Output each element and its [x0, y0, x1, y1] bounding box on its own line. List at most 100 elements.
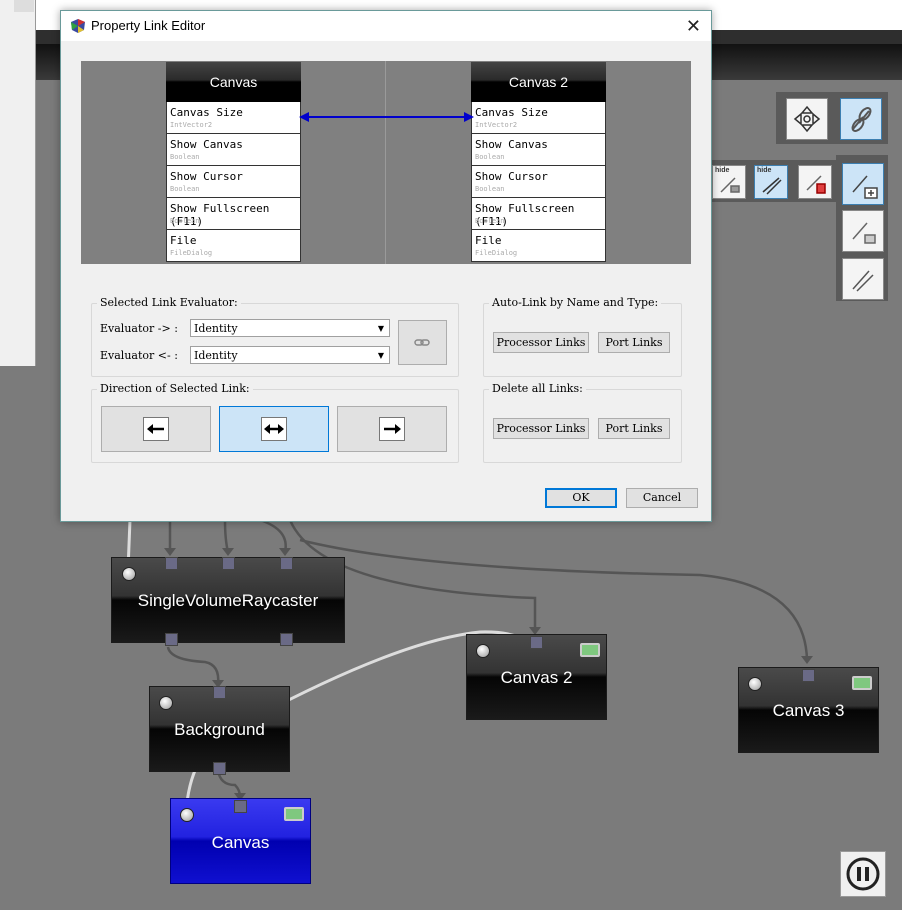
dialog-title-bar[interactable]: Property Link Editor ✕ [61, 11, 711, 41]
inport[interactable] [165, 557, 178, 570]
property-row[interactable]: Show Cursor Boolean [166, 166, 301, 198]
dialog-title: Property Link Editor [91, 18, 206, 33]
inport[interactable] [222, 557, 235, 570]
property-type: FileDialog [170, 249, 213, 257]
link-edit-icon [852, 175, 878, 199]
property-name: Show Cursor [170, 170, 243, 183]
node-title: SingleVolumeRaycaster [137, 591, 319, 610]
node-canvas[interactable]: Canvas [170, 798, 311, 884]
port-link-icon [720, 177, 740, 193]
property-row[interactable]: Canvas Size IntVector2 [471, 102, 606, 134]
direction-left-button[interactable] [101, 406, 211, 452]
camera-auto-link-button[interactable] [842, 258, 884, 300]
move-icon [793, 105, 821, 133]
property-type: IntVector2 [170, 121, 213, 129]
pause-icon [846, 857, 880, 891]
property-name: File [475, 234, 502, 247]
source-processor-title: Canvas [166, 62, 301, 102]
property-type: Boolean [170, 217, 200, 225]
hide-property-links-button[interactable]: hide [754, 165, 788, 199]
delete-group-label: Delete all Links: [489, 382, 586, 395]
evaluator-forward-value: Identity [194, 322, 238, 335]
direction-right-button[interactable] [337, 406, 447, 452]
property-type: Boolean [475, 185, 505, 193]
direction-both-button[interactable] [219, 406, 329, 452]
node-title: Canvas 3 [772, 701, 845, 720]
evaluator-backward-label: Evaluator <- : [100, 349, 178, 362]
canvas-indicator [284, 807, 304, 821]
autolink-port-links-button[interactable]: Port Links [598, 332, 670, 353]
hide-port-links-button[interactable]: hide [712, 165, 746, 199]
node-single-volume-raycaster[interactable]: SingleVolumeRaycaster [111, 557, 345, 646]
property-row[interactable]: Show Canvas Boolean [471, 134, 606, 166]
property-row[interactable]: Show Canvas Boolean [166, 134, 301, 166]
autolink-processor-links-button[interactable]: Processor Links [493, 332, 589, 353]
property-row[interactable]: File FileDialog [471, 230, 606, 262]
bidirectional-link-arrow[interactable] [299, 110, 474, 124]
property-name: Show Canvas [475, 138, 548, 151]
node-canvas-3[interactable]: Canvas 3 [738, 667, 879, 753]
inport[interactable] [213, 686, 226, 699]
evaluator-backward-select[interactable]: Identity ▼ [190, 346, 390, 364]
arrow-both-icon [264, 424, 284, 434]
outport[interactable] [165, 633, 178, 646]
inport[interactable] [280, 557, 293, 570]
autolink-group-label: Auto-Link by Name and Type: [489, 296, 662, 309]
link-mode-button[interactable] [840, 98, 882, 140]
chevron-down-icon: ▼ [377, 351, 384, 360]
evaluator-forward-select[interactable]: Identity ▼ [190, 319, 390, 337]
inport[interactable] [802, 669, 815, 682]
property-type: Boolean [475, 217, 505, 225]
link-port-circle[interactable] [180, 808, 194, 822]
node-title: Canvas [211, 833, 270, 852]
property-name: Canvas Size [170, 106, 243, 119]
chevron-down-icon: ▼ [377, 324, 384, 333]
node-background[interactable]: Background [149, 686, 290, 775]
chain-link-icon [414, 339, 430, 346]
property-row[interactable]: Show Cursor Boolean [471, 166, 606, 198]
outport[interactable] [280, 633, 293, 646]
property-row[interactable]: File FileDialog [166, 230, 301, 262]
node-title: Canvas 2 [500, 668, 573, 687]
link-port-circle[interactable] [748, 677, 762, 691]
inport[interactable] [530, 636, 543, 649]
property-name: Show Cursor [475, 170, 548, 183]
arrow-right-icon [384, 424, 401, 434]
evaluator-forward-label: Evaluator -> : [100, 322, 178, 335]
ok-button[interactable]: OK [545, 488, 617, 508]
link-port-circle[interactable] [122, 567, 136, 581]
auto-link-icon [852, 222, 876, 244]
hide-camera-links-button[interactable] [798, 165, 832, 199]
target-processor-title: Canvas 2 [471, 62, 606, 102]
property-link-edit-button[interactable] [842, 163, 884, 205]
processor-mode-button[interactable] [786, 98, 828, 140]
inport[interactable] [234, 800, 247, 813]
camera-link-icon [806, 175, 826, 194]
auto-link-button[interactable] [842, 210, 884, 252]
property-name: Canvas Size [475, 106, 548, 119]
evaluator-chain-button[interactable] [398, 320, 447, 365]
property-row[interactable]: Show Fullscreen (F11) Boolean [166, 198, 301, 230]
link-port-circle[interactable] [159, 696, 173, 710]
close-icon[interactable]: ✕ [686, 16, 701, 37]
outport[interactable] [213, 762, 226, 775]
property-name: File [170, 234, 197, 247]
delete-processor-links-button[interactable]: Processor Links [493, 418, 589, 439]
link-preview-area[interactable]: Canvas Canvas Size IntVector2 Show Canvas… [81, 61, 691, 264]
property-type: IntVector2 [475, 121, 518, 129]
property-type: Boolean [170, 153, 200, 161]
link-chain-icon [851, 107, 872, 132]
property-row[interactable]: Canvas Size IntVector2 [166, 102, 301, 134]
cancel-button[interactable]: Cancel [626, 488, 698, 508]
node-canvas-2[interactable]: Canvas 2 [466, 634, 607, 720]
evaluator-group-label: Selected Link Evaluator: [97, 296, 241, 309]
camera-auto-link-icon [852, 270, 874, 292]
link-port-circle[interactable] [476, 644, 490, 658]
property-row[interactable]: Show Fullscreen (F11) Boolean [471, 198, 606, 230]
node-title: Background [174, 720, 265, 739]
property-link-editor-dialog: Property Link Editor ✕ Canvas Canvas Siz… [60, 10, 712, 522]
delete-port-links-button[interactable]: Port Links [598, 418, 670, 439]
property-type: Boolean [170, 185, 200, 193]
pause-evaluation-button[interactable] [840, 851, 886, 897]
preview-divider [385, 61, 386, 264]
